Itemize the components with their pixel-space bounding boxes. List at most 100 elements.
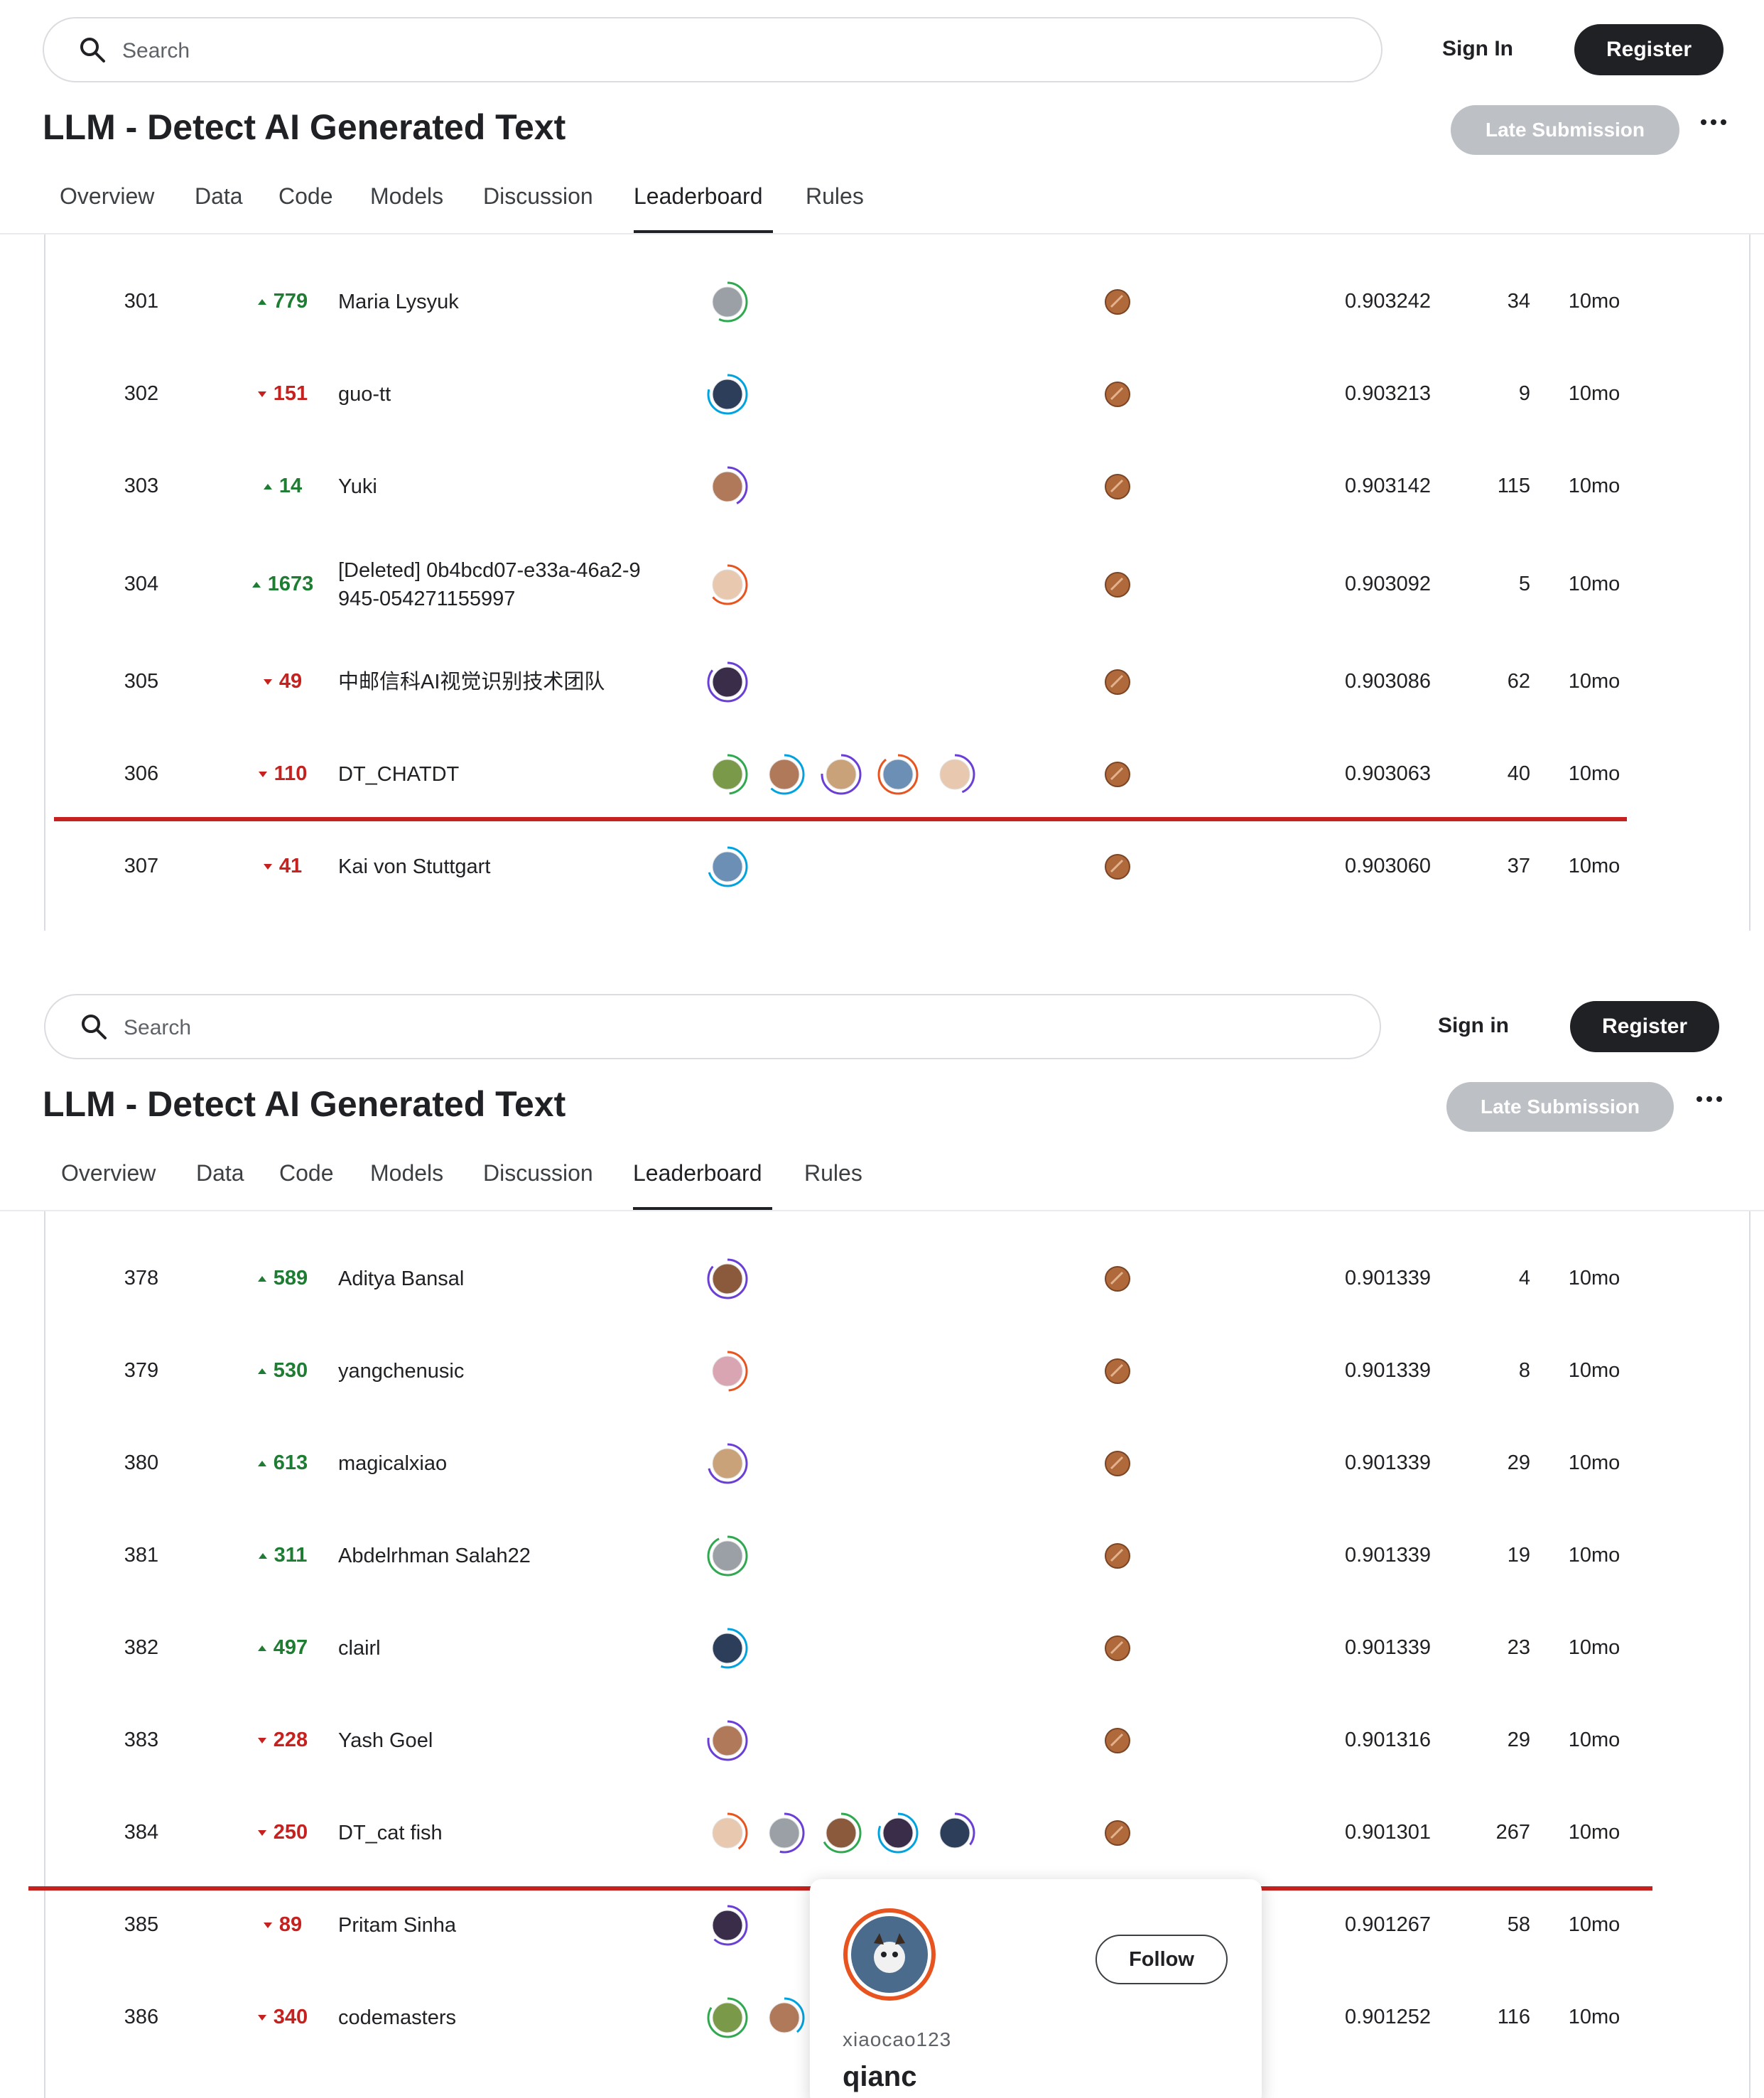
table-row[interactable]: 305 49 中邮信科AI视觉识别技术团队 0.903086 62 10mo — [45, 636, 1749, 730]
late-submission-button[interactable]: Late Submission — [1451, 105, 1679, 155]
team-member-avatar[interactable] — [706, 1442, 749, 1485]
team-member-avatar[interactable] — [706, 1996, 749, 2039]
search-icon — [80, 38, 105, 63]
caret-down-icon — [257, 2015, 266, 2021]
table-row[interactable]: 307 41 Kai von Stuttgart 0.903060 37 10mo — [45, 821, 1749, 914]
entries-cell: 5 — [1518, 572, 1530, 595]
team-name[interactable]: Yash Goel — [338, 1726, 433, 1755]
team-member-avatar[interactable] — [706, 1719, 749, 1762]
team-name[interactable]: 中邮信科AI视觉识别技术团队 — [338, 668, 605, 696]
team-member-avatar[interactable] — [706, 661, 749, 703]
avatar-image — [712, 1817, 743, 1849]
team-name[interactable]: Kai von Stuttgart — [338, 853, 490, 881]
team-member-avatar[interactable] — [706, 281, 749, 323]
tab-rules[interactable]: Rules — [806, 183, 864, 210]
score-cell: 0.901339 — [1345, 1451, 1431, 1474]
team-member-avatar[interactable] — [820, 1812, 862, 1854]
caret-down-icon — [263, 864, 272, 870]
bronze-medal-icon — [1105, 762, 1130, 787]
team-member-avatar[interactable] — [706, 1258, 749, 1300]
table-row[interactable]: 379 530 yangchenusic 0.901339 8 10mo — [45, 1325, 1749, 1419]
team-name[interactable]: [Deleted] 0b4bcd07-e33a-46a2-9 945-054271… — [338, 556, 641, 613]
team-name[interactable]: Maria Lysyuk — [338, 288, 459, 316]
table-row[interactable]: 381 311 Abdelrhman Salah22 0.901339 19 10mo — [45, 1510, 1749, 1604]
team-name[interactable]: codemasters — [338, 2004, 456, 2032]
search-bar[interactable]: Search — [44, 994, 1381, 1059]
team-member-avatar[interactable] — [706, 1627, 749, 1670]
table-row[interactable]: 378 589 Aditya Bansal 0.901339 4 10mo — [45, 1233, 1749, 1326]
team-member-avatar[interactable] — [706, 373, 749, 416]
entries-cell: 58 — [1507, 1913, 1530, 1936]
team-member-avatar[interactable] — [763, 753, 806, 796]
register-button[interactable]: Register — [1570, 1001, 1719, 1052]
tab-leaderboard[interactable]: Leaderboard — [633, 1160, 762, 1186]
table-row[interactable]: 383 228 Yash Goel 0.901316 29 10mo — [45, 1694, 1749, 1788]
team-member-avatar[interactable] — [877, 1812, 919, 1854]
team-name[interactable]: Abdelrhman Salah22 — [338, 1542, 531, 1570]
table-row[interactable]: 302 151 guo-tt 0.903213 9 10mo — [45, 348, 1749, 442]
team-name[interactable]: DT_CHATDT — [338, 760, 459, 789]
score-cell: 0.903213 — [1345, 382, 1431, 405]
team-name[interactable]: clairl — [338, 1634, 381, 1662]
team-name[interactable]: yangchenusic — [338, 1357, 464, 1385]
search-bar[interactable]: Search — [43, 17, 1382, 82]
tab-code[interactable]: Code — [278, 183, 333, 210]
caret-up-icon — [257, 1645, 266, 1652]
team-name[interactable]: DT_cat fish — [338, 1819, 443, 1847]
table-row[interactable]: 382 497 clairl 0.901339 23 10mo — [45, 1602, 1749, 1696]
team-name[interactable]: Yuki — [338, 472, 377, 501]
tab-code[interactable]: Code — [279, 1160, 334, 1186]
rank-change-value: 530 — [273, 1359, 308, 1382]
rank-change: 311 — [229, 1544, 335, 1567]
rank-change-value: 41 — [278, 855, 303, 877]
sign-in-link[interactable]: Sign in — [1438, 1014, 1509, 1038]
team-member-avatar[interactable] — [706, 845, 749, 888]
team-name[interactable]: Aditya Bansal — [338, 1265, 464, 1293]
tab-overview[interactable]: Overview — [61, 1160, 156, 1186]
team-member-avatar[interactable] — [820, 753, 862, 796]
late-submission-button[interactable]: Late Submission — [1446, 1082, 1674, 1132]
tab-models[interactable]: Models — [370, 1160, 443, 1186]
score-cell: 0.901339 — [1345, 1359, 1431, 1382]
team-name[interactable]: guo-tt — [338, 380, 391, 409]
last-submission-cell: 10mo — [1568, 1451, 1620, 1474]
tab-discussion[interactable]: Discussion — [483, 183, 593, 210]
team-member-avatar[interactable] — [763, 1812, 806, 1854]
tab-data[interactable]: Data — [195, 183, 243, 210]
team-name[interactable]: magicalxiao — [338, 1449, 447, 1478]
avatar-image — [712, 1263, 743, 1294]
tab-overview[interactable]: Overview — [60, 183, 154, 210]
team-member-avatar[interactable] — [706, 1535, 749, 1577]
tab-discussion[interactable]: Discussion — [483, 1160, 593, 1186]
user-avatar[interactable] — [843, 1908, 936, 2001]
team-member-avatar[interactable] — [763, 1996, 806, 2039]
team-member-avatar[interactable] — [706, 465, 749, 508]
rank-change: 250 — [229, 1821, 335, 1844]
table-row[interactable]: 380 613 magicalxiao 0.901339 29 10mo — [45, 1417, 1749, 1511]
register-button[interactable]: Register — [1574, 24, 1724, 75]
table-row[interactable]: 303 14 Yuki 0.903142 115 10mo — [45, 440, 1749, 534]
team-member-avatar[interactable] — [934, 1812, 976, 1854]
popup-display-name[interactable]: qianc — [843, 2061, 916, 2093]
more-options-icon[interactable] — [1701, 119, 1726, 126]
table-row[interactable]: 306 110 DT_CHATDT 0.903063 40 10mo — [45, 728, 1749, 822]
table-row[interactable]: 301 779 Maria Lysyuk 0.903242 34 10mo — [45, 256, 1749, 350]
team-member-avatar[interactable] — [706, 563, 749, 606]
team-member-avatar[interactable] — [877, 753, 919, 796]
tab-rules[interactable]: Rules — [804, 1160, 862, 1186]
table-row[interactable]: 384 250 DT_cat fish 0.901301 267 10mo — [45, 1787, 1749, 1881]
team-member-avatar[interactable] — [706, 1812, 749, 1854]
tab-leaderboard[interactable]: Leaderboard — [634, 183, 762, 210]
team-name[interactable]: Pritam Sinha — [338, 1911, 456, 1940]
team-member-avatar[interactable] — [934, 753, 976, 796]
rank-change: 779 — [229, 290, 335, 313]
tab-data[interactable]: Data — [196, 1160, 244, 1186]
sign-in-link[interactable]: Sign In — [1442, 37, 1513, 61]
follow-button[interactable]: Follow — [1095, 1935, 1228, 1984]
table-row[interactable]: 304 1673 [Deleted] 0b4bcd07-e33a-46a2-9 945… — [45, 533, 1749, 637]
team-member-avatar[interactable] — [706, 753, 749, 796]
more-options-icon[interactable] — [1697, 1096, 1722, 1103]
tab-models[interactable]: Models — [370, 183, 443, 210]
team-member-avatar[interactable] — [706, 1350, 749, 1393]
team-member-avatar[interactable] — [706, 1904, 749, 1947]
